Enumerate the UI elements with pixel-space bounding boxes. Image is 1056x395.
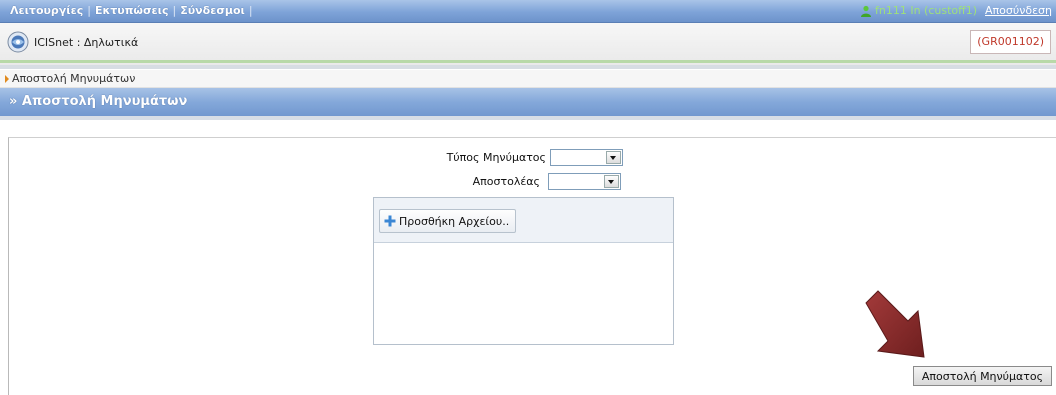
- menu-separator: |: [248, 4, 253, 17]
- red-pointer-arrow: [865, 290, 925, 358]
- main-menu: Λειτουργίες | Εκτυπώσεις | Σύνδεσμοι |: [6, 4, 253, 17]
- add-file-button[interactable]: Προσθήκη Αρχείου..: [379, 209, 517, 233]
- add-file-label: Προσθήκη Αρχείου..: [399, 214, 510, 228]
- user-name: fn111 In (custoff1): [875, 4, 978, 17]
- icisnet-logo-icon: [7, 31, 29, 53]
- top-menu-bar: Λειτουργίες | Εκτυπώσεις | Σύνδεσμοι | f…: [0, 0, 1056, 23]
- upload-toolbar: Προσθήκη Αρχείου..: [374, 198, 673, 243]
- menu-item-functions[interactable]: Λειτουργίες: [6, 4, 87, 17]
- message-type-select[interactable]: [550, 149, 623, 166]
- user-icon: [861, 5, 871, 17]
- page-title: » Αποστολή Μηνυμάτων: [9, 94, 188, 109]
- logout-link[interactable]: Αποσύνδεση: [985, 4, 1052, 17]
- breadcrumb-arrow-icon: [5, 75, 9, 83]
- breadcrumb-item[interactable]: Αποστολή Μηνυμάτων: [12, 72, 135, 85]
- app-title: ICISnet : Δηλωτικά: [34, 36, 139, 49]
- user-box: fn111 In (custoff1) Αποσύνδεση: [860, 4, 1052, 17]
- plus-icon: [384, 215, 396, 227]
- message-type-row: Τύπος Μηνύματος: [420, 149, 623, 166]
- message-type-label: Τύπος Μηνύματος: [446, 151, 546, 164]
- sender-label: Αποστολέας: [472, 175, 540, 188]
- dropdown-arrow-icon[interactable]: [604, 175, 619, 188]
- menu-item-links[interactable]: Σύνδεσμοι: [176, 4, 249, 17]
- sender-select[interactable]: [548, 173, 621, 190]
- menu-item-prints[interactable]: Εκτυπώσεις: [91, 4, 173, 17]
- office-code-badge: (GR001102): [970, 30, 1051, 54]
- dropdown-arrow-icon[interactable]: [606, 151, 621, 164]
- send-message-button[interactable]: Αποστολή Μηνύματος: [913, 366, 1052, 386]
- file-upload-panel: Προσθήκη Αρχείου..: [373, 197, 674, 345]
- header-divider: [0, 60, 1056, 63]
- section-header: » Αποστολή Μηνυμάτων: [0, 88, 1056, 120]
- breadcrumb: Αποστολή Μηνυμάτων: [0, 70, 1056, 88]
- sender-row: Αποστολέας: [420, 173, 621, 190]
